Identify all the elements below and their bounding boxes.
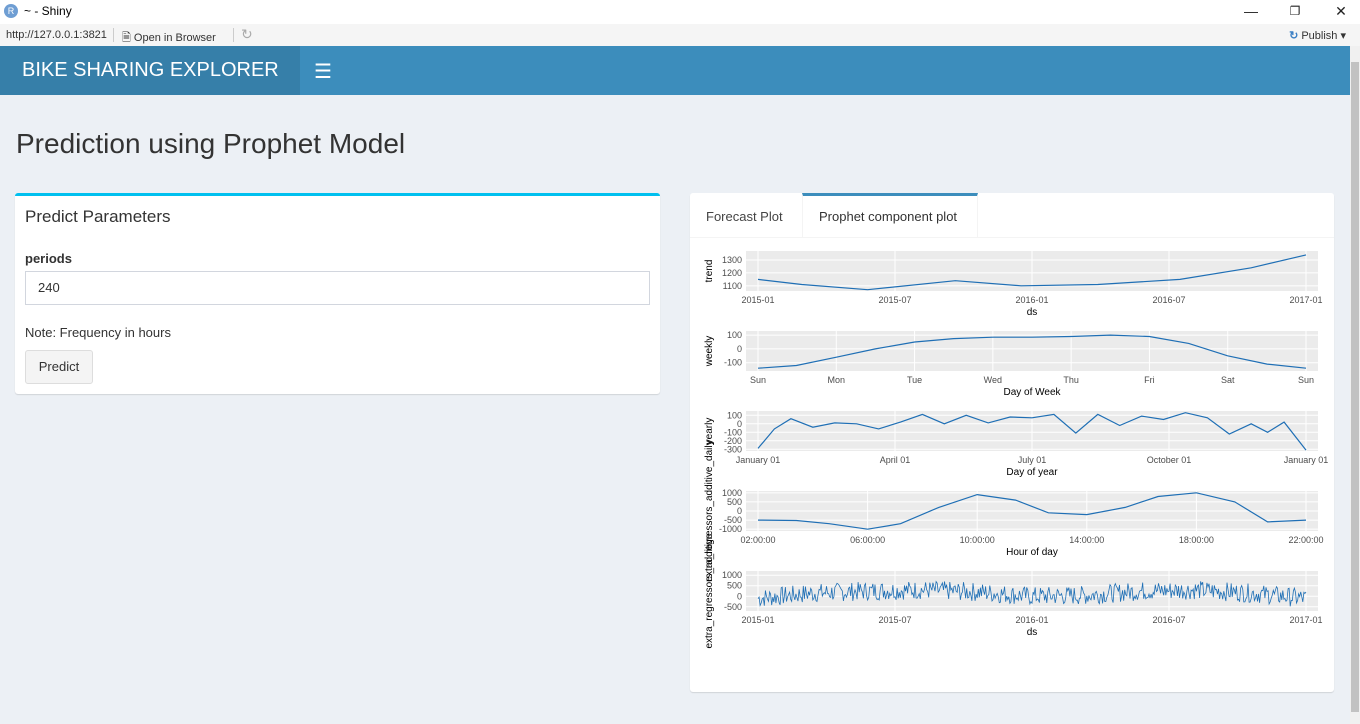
x-axis-label: Day of year: [1006, 467, 1058, 478]
url-text: http://127.0.0.1:3821: [6, 29, 107, 41]
x-tick-label: 2015-01: [741, 615, 774, 625]
x-tick-label: Fri: [1144, 375, 1155, 385]
x-axis-label: Hour of day: [1006, 547, 1058, 558]
hamburger-icon[interactable]: ☰: [314, 59, 332, 84]
refresh-icon[interactable]: ↻: [241, 26, 253, 43]
x-tick-label: 10:00:00: [960, 535, 995, 545]
x-tick-label: 06:00:00: [850, 535, 885, 545]
frequency-note: Note: Frequency in hours: [25, 325, 171, 340]
y-tick-label: 1200: [722, 268, 742, 278]
x-tick-label: October 01: [1147, 455, 1192, 465]
periods-input[interactable]: 240: [25, 271, 650, 305]
restore-icon[interactable]: ❐: [1272, 0, 1318, 24]
r-app-icon: R: [4, 4, 18, 18]
window-title-bar: R ~ - Shiny — ❐ ✕: [0, 0, 1360, 24]
y-tick-label: 500: [727, 581, 742, 591]
x-tick-label: Wed: [984, 375, 1002, 385]
y-tick-label: 0: [737, 506, 742, 516]
x-tick-label: Sun: [750, 375, 766, 385]
y-tick-label: -300: [724, 444, 742, 454]
minimize-icon[interactable]: —: [1228, 0, 1274, 24]
y-tick-label: 1100: [723, 281, 742, 291]
x-tick-label: January 01: [736, 455, 781, 465]
open-in-browser-label: Open in Browser: [133, 32, 216, 44]
app-header: BIKE SHARING EXPLORER ☰: [0, 46, 1350, 95]
y-tick-label: -500: [724, 602, 742, 612]
publish-label: Publish: [1301, 30, 1338, 42]
x-tick-label: Sun: [1298, 375, 1314, 385]
vertical-scrollbar[interactable]: [1350, 46, 1360, 724]
tab-forecast-plot[interactable]: Forecast Plot: [690, 193, 802, 237]
address-bar: http://127.0.0.1:3821 🗎 Open in Browser …: [0, 24, 1360, 47]
divider: [113, 28, 114, 42]
y-tick-label: 1000: [722, 488, 742, 498]
box-title: Predict Parameters: [25, 207, 171, 226]
x-tick-label: 2016-07: [1152, 295, 1185, 305]
x-tick-label: 2016-01: [1015, 295, 1048, 305]
x-tick-label: 2015-07: [878, 295, 911, 305]
y-tick-label: 1300: [722, 255, 742, 265]
x-tick-label: Sat: [1221, 375, 1235, 385]
y-axis-label: trend: [704, 260, 715, 283]
x-tick-label: 2016-07: [1152, 615, 1185, 625]
x-axis-label: ds: [1027, 627, 1038, 638]
y-tick-label: 100: [727, 410, 742, 420]
brand-logo[interactable]: BIKE SHARING EXPLORER: [0, 46, 300, 95]
y-tick-label: -100: [724, 358, 742, 368]
x-tick-label: 22:00:00: [1288, 535, 1323, 545]
periods-label: periods: [25, 251, 72, 266]
y-tick-label: 0: [737, 344, 742, 354]
x-tick-label: Tue: [907, 375, 922, 385]
y-axis-label: extra_regressors_additive: [704, 533, 715, 648]
y-axis-label: yearly: [704, 418, 715, 445]
y-axis-label: weekly: [704, 336, 715, 368]
x-axis-label: Day of Week: [1003, 387, 1061, 398]
y-tick-label: 0: [737, 419, 742, 429]
x-tick-label: 02:00:00: [740, 535, 775, 545]
plot-tabs-box: Forecast Plot Prophet component plot 110…: [690, 193, 1334, 692]
x-tick-label: July 01: [1018, 455, 1047, 465]
component-plots-svg: 1100 1200 1300 2015-01 2015-07 2016-01 2016-07…: [704, 251, 1329, 649]
x-tick-label: 18:00:00: [1179, 535, 1214, 545]
tab-prophet-component-plot[interactable]: Prophet component plot: [802, 193, 978, 237]
x-tick-label: 14:00:00: [1069, 535, 1104, 545]
y-tick-label: -500: [724, 515, 742, 525]
prophet-component-plot: 1100 1200 1300 2015-01 2015-07 2016-01 2016-07…: [690, 243, 1334, 683]
divider: [233, 28, 234, 42]
publish-icon: ↻: [1289, 30, 1299, 42]
x-tick-label: 2015-07: [878, 615, 911, 625]
tab-bar: Forecast Plot Prophet component plot: [690, 193, 1334, 238]
predict-parameters-box: Predict Parameters periods 240 Note: Fre…: [15, 193, 660, 394]
y-tick-label: 100: [727, 330, 742, 340]
chevron-down-icon: ▾: [1340, 30, 1346, 42]
close-icon[interactable]: ✕: [1318, 0, 1360, 24]
page-title: Prediction using Prophet Model: [16, 128, 406, 159]
x-tick-label: Thu: [1063, 375, 1079, 385]
x-tick-label: 2015-01: [741, 295, 774, 305]
browser-icon: 🗎: [122, 32, 134, 44]
x-tick-label: 2017-01: [1289, 615, 1322, 625]
x-tick-label: January 01: [1284, 455, 1329, 465]
y-tick-label: -200: [724, 436, 742, 446]
x-tick-label: 2017-01: [1289, 295, 1322, 305]
window-title: ~ - Shiny: [24, 4, 72, 18]
y-tick-label: 500: [727, 497, 742, 507]
predict-button[interactable]: Predict: [25, 350, 93, 384]
publish-button[interactable]: ↻ Publish ▾: [1289, 29, 1346, 42]
x-tick-label: April 01: [880, 455, 911, 465]
y-tick-label: 0: [737, 591, 742, 601]
x-tick-label: 2016-01: [1015, 615, 1048, 625]
x-tick-label: Mon: [828, 375, 846, 385]
y-tick-label: -1000: [719, 524, 742, 534]
x-axis-label: ds: [1027, 307, 1038, 318]
y-tick-label: 1000: [722, 570, 742, 580]
scrollbar-thumb[interactable]: [1351, 62, 1359, 712]
